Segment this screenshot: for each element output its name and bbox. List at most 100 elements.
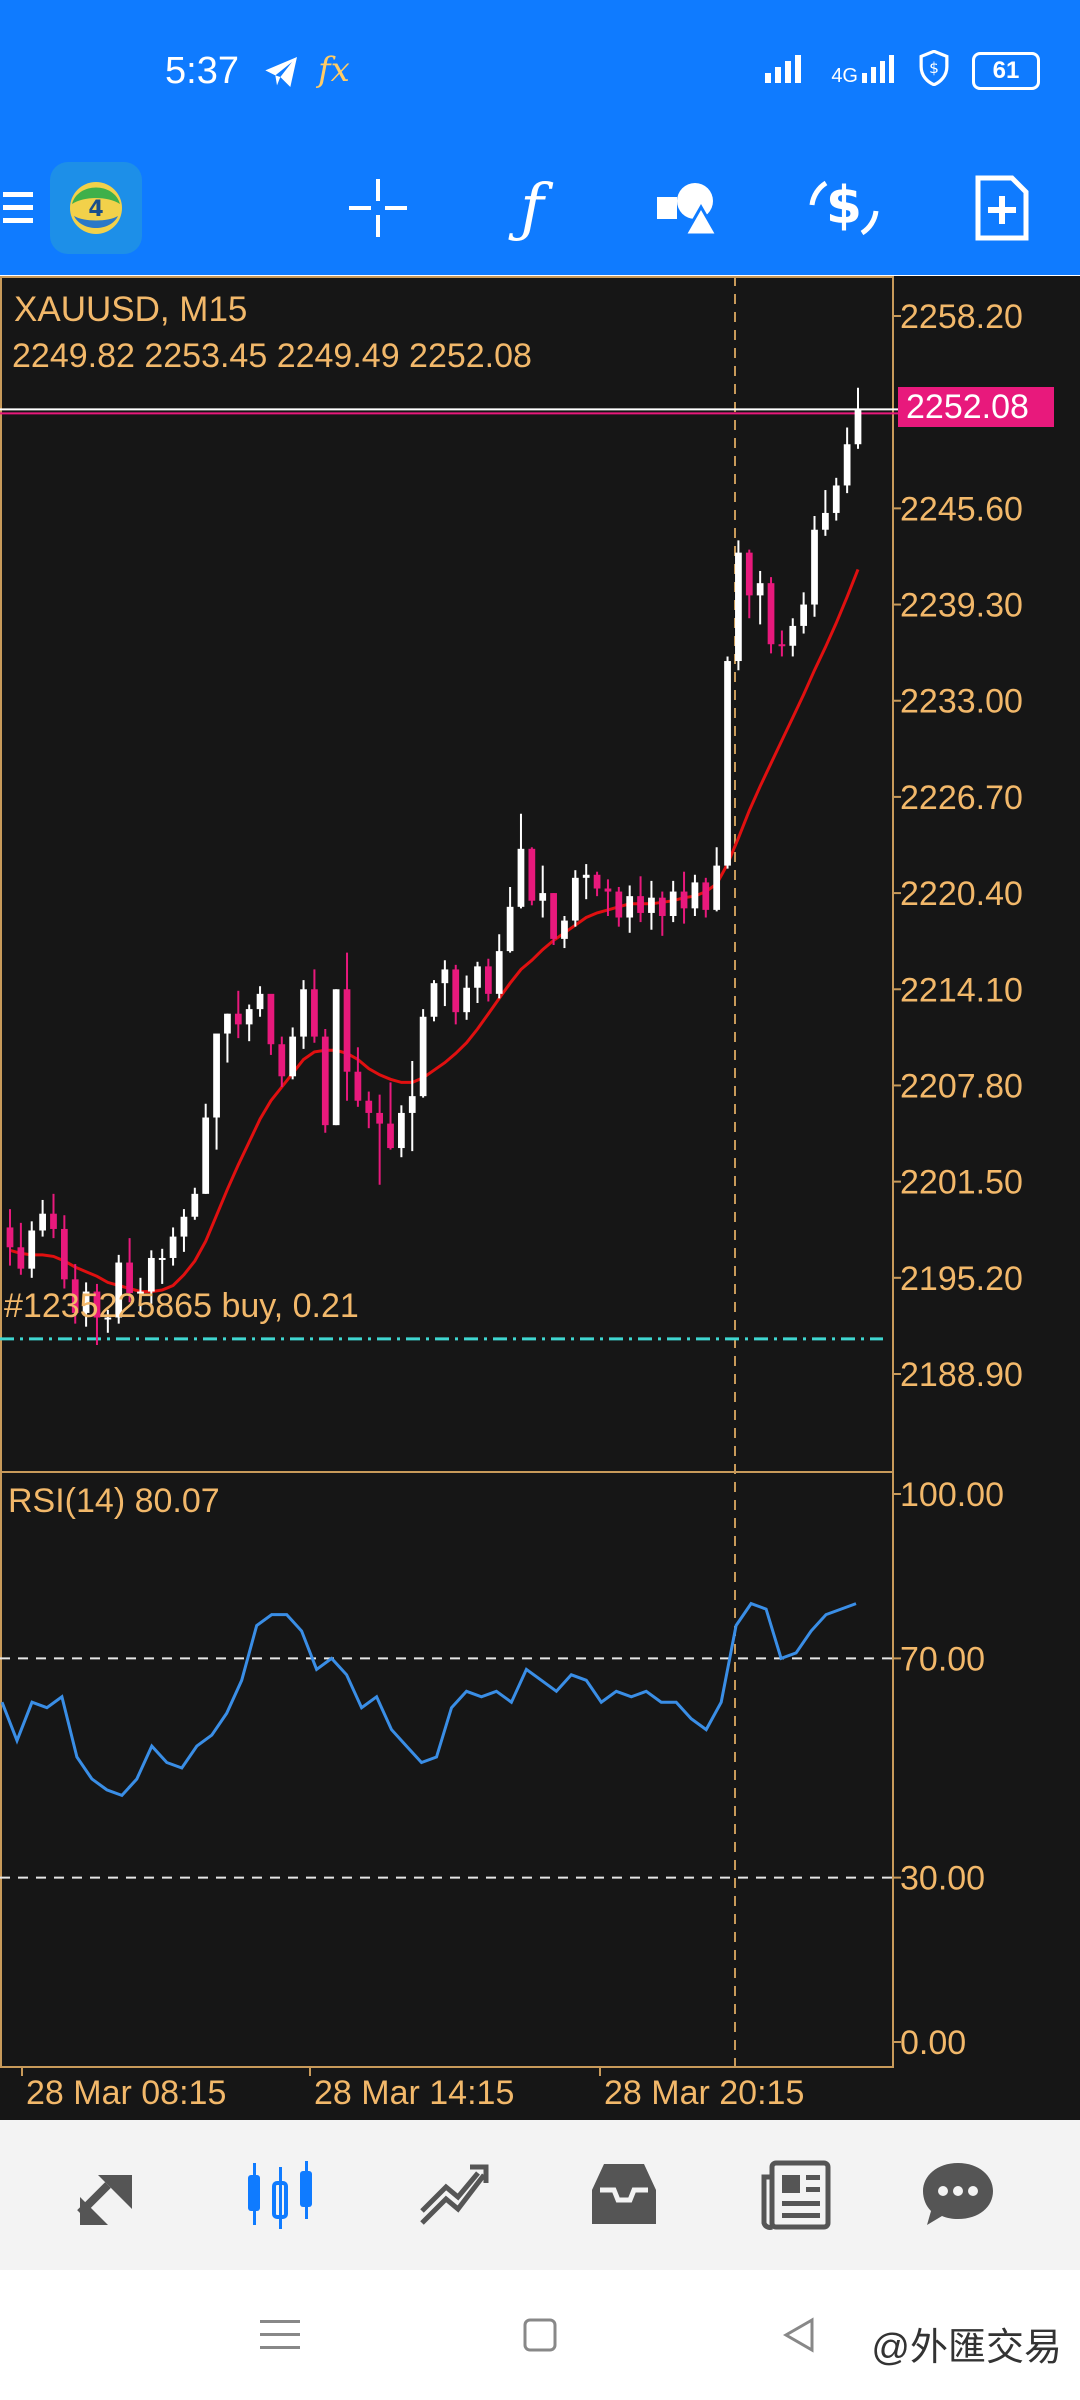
candle-body xyxy=(495,951,503,994)
candle-body xyxy=(854,409,862,445)
candle-body xyxy=(582,874,590,878)
candle-body xyxy=(626,896,634,918)
chart-ohlc: 2249.82 2253.45 2249.49 2252.08 xyxy=(12,337,532,375)
rsi-tick-label: 70.00 xyxy=(900,1640,985,1678)
order-label: #1235225865 buy, 0.21 xyxy=(4,1287,359,1325)
crosshair-icon[interactable] xyxy=(330,140,426,275)
history-icon[interactable] xyxy=(574,2120,674,2270)
menu-icon[interactable] xyxy=(0,140,40,275)
candle-body xyxy=(800,604,808,626)
time-tick-label: 28 Mar 20:15 xyxy=(604,2074,804,2112)
candle-body xyxy=(408,1096,416,1113)
objects-icon[interactable] xyxy=(640,140,736,275)
new-order-icon[interactable] xyxy=(954,140,1050,275)
candle-body xyxy=(267,993,275,1045)
messages-icon[interactable] xyxy=(908,2120,1008,2270)
candle-body xyxy=(39,1213,46,1231)
rsi-tick-label: 30.00 xyxy=(900,1860,985,1898)
chart-icon[interactable] xyxy=(230,2120,330,2270)
shield-icon: $ xyxy=(918,49,950,91)
candle-body xyxy=(593,874,601,889)
price-tick-label: 2207.80 xyxy=(900,1067,1023,1105)
candle-body xyxy=(321,1036,329,1126)
trade-icon[interactable] xyxy=(404,2120,504,2270)
recents-icon[interactable] xyxy=(250,2270,310,2400)
candle-body xyxy=(332,989,340,1126)
candle-body xyxy=(180,1216,188,1237)
candle-body xyxy=(224,1013,231,1034)
candle-body xyxy=(680,891,688,909)
candle-body xyxy=(767,583,775,645)
price-tick-label: 2239.30 xyxy=(900,587,1023,625)
candle-body xyxy=(517,848,525,907)
candle-body xyxy=(234,1013,242,1025)
candle-body xyxy=(778,644,786,647)
candle-body xyxy=(430,983,438,1017)
candle-body xyxy=(691,882,699,909)
home-icon[interactable] xyxy=(510,2270,570,2400)
rsi-tick-label: 0.00 xyxy=(900,2024,966,2062)
svg-text:$: $ xyxy=(826,176,862,236)
candle-body xyxy=(452,969,460,1013)
candle-body xyxy=(658,897,666,916)
app-logo[interactable]: 4 xyxy=(48,140,144,275)
candle-body xyxy=(354,1071,362,1101)
candle-body xyxy=(300,989,307,1037)
svg-text:4: 4 xyxy=(88,197,103,222)
candle-body xyxy=(387,1123,394,1149)
candle-body xyxy=(169,1236,177,1258)
price-tick-label: 2214.10 xyxy=(900,971,1023,1009)
candle-body xyxy=(506,906,514,952)
candle-body xyxy=(398,1112,405,1149)
watermark: @外匯交易 xyxy=(871,2327,1062,2369)
candle-body xyxy=(50,1213,57,1229)
candle-body xyxy=(484,966,492,994)
candle-body xyxy=(28,1230,36,1269)
candle-body xyxy=(702,882,710,910)
candle-body xyxy=(376,1112,384,1124)
status-time: 5:37 xyxy=(165,50,239,92)
battery-indicator: 61 xyxy=(972,51,1040,90)
quotes-icon[interactable] xyxy=(60,2120,160,2270)
candle-body xyxy=(6,1227,14,1248)
news-icon[interactable] xyxy=(746,2120,846,2270)
candle-body xyxy=(539,893,547,901)
candle-body xyxy=(158,1257,166,1260)
candle-body xyxy=(561,920,568,939)
chart-symbol: XAUUSD, M15 xyxy=(14,290,247,329)
chart-toolbar: 4 ƒ $ xyxy=(0,140,1080,275)
signal-icon-2 xyxy=(862,53,896,88)
price-tick-label: 2201.50 xyxy=(900,1164,1023,1202)
candle-body xyxy=(278,1044,286,1077)
candle-body xyxy=(637,896,644,913)
signal-icon xyxy=(765,53,809,88)
candle-body xyxy=(60,1228,68,1280)
candle-body xyxy=(289,1036,297,1077)
current-price-text: 2252.08 xyxy=(906,388,1029,426)
candle-body xyxy=(789,625,797,646)
candle-body xyxy=(832,485,840,513)
back-icon[interactable] xyxy=(768,2270,828,2400)
candle-body xyxy=(724,661,731,866)
indicators-icon[interactable]: ƒ xyxy=(484,140,580,275)
price-tick-label: 2195.20 xyxy=(900,1260,1023,1298)
price-chart[interactable]: 2258.20 2245.60 2239.30 2233.00 2226.70 2220.… xyxy=(0,276,1080,2120)
candle-body xyxy=(419,1016,427,1097)
candle-body xyxy=(463,987,470,1013)
candle-body xyxy=(604,888,612,892)
candle-body xyxy=(571,877,579,921)
candle-body xyxy=(713,865,721,910)
candle-body xyxy=(343,989,351,1072)
candle-body xyxy=(843,444,851,486)
svg-text:$: $ xyxy=(929,59,939,77)
candle-body xyxy=(213,1033,220,1118)
trade-icon[interactable]: $ xyxy=(796,140,892,275)
candle-body xyxy=(745,552,753,596)
candle-body xyxy=(17,1247,25,1269)
chart-area[interactable]: 2258.20 2245.60 2239.30 2233.00 2226.70 2220.… xyxy=(0,276,1080,2120)
candle-body xyxy=(441,969,449,984)
candle-body xyxy=(756,583,764,596)
candle-body xyxy=(365,1100,373,1113)
rsi-tick-label: 100.00 xyxy=(900,1476,1004,1514)
price-tick-label: 2233.00 xyxy=(900,683,1023,721)
